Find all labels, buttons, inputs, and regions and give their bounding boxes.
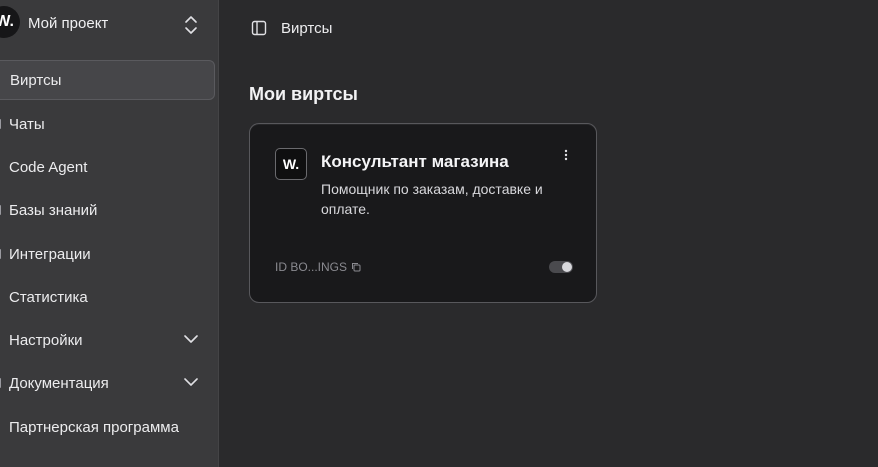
sidebar-item-label: Партнерская программа bbox=[9, 418, 179, 436]
sidebar-item-knowledge-bases[interactable]: Базы знаний bbox=[0, 190, 215, 230]
chat-icon bbox=[0, 119, 1, 129]
breadcrumb: Виртсы bbox=[281, 20, 333, 37]
sidebar-item-settings[interactable]: Настройки bbox=[0, 320, 215, 360]
virt-id[interactable]: ID BO...INGS bbox=[275, 260, 361, 274]
book-icon bbox=[0, 378, 1, 388]
chevron-down-icon bbox=[184, 378, 198, 386]
virt-id-label: ID BO...INGS bbox=[275, 260, 348, 274]
sidebar-item-statistics[interactable]: Статистика bbox=[0, 277, 215, 317]
sidebar-item-label: Интеграции bbox=[9, 245, 91, 263]
sidebar-item-label: Виртсы bbox=[10, 71, 62, 89]
sidebar-item-label: Чаты bbox=[9, 115, 45, 133]
sidebar-item-integrations[interactable]: Интеграции bbox=[0, 234, 215, 274]
chevron-up-down-icon[interactable] bbox=[183, 14, 199, 36]
virt-card[interactable]: W. Консультант магазина Помощник по зака… bbox=[249, 123, 597, 303]
project-logo: W. bbox=[0, 6, 20, 38]
sidebar-item-virts[interactable]: Виртсы bbox=[0, 60, 215, 100]
virt-description: Помощник по заказам, доставке и оплате. bbox=[321, 181, 543, 217]
sidebar-item-partner-program[interactable]: Партнерская программа bbox=[0, 407, 215, 447]
page-title: Мои виртсы bbox=[249, 84, 358, 104]
copy-icon[interactable] bbox=[351, 262, 361, 272]
sidebar-item-label: Настройки bbox=[9, 331, 83, 349]
virt-title: Консультант магазина bbox=[321, 152, 509, 171]
toggle-knob bbox=[562, 262, 572, 272]
sidebar-item-documentation[interactable]: Документация bbox=[0, 363, 215, 403]
virt-logo: W. bbox=[275, 148, 307, 180]
chevron-down-icon bbox=[184, 335, 198, 343]
sidebar-panel-icon[interactable] bbox=[251, 20, 267, 36]
plug-icon bbox=[0, 249, 1, 259]
virt-enabled-toggle[interactable] bbox=[549, 261, 573, 273]
sidebar-item-label: Базы знаний bbox=[9, 201, 98, 219]
sidebar-item-chats[interactable]: Чаты bbox=[0, 104, 215, 144]
sidebar-item-label: Статистика bbox=[9, 288, 88, 306]
sidebar-item-code-agent[interactable]: Code Agent bbox=[0, 147, 215, 187]
project-name: Мой проект bbox=[28, 15, 109, 32]
database-icon bbox=[0, 205, 1, 215]
project-switcher[interactable]: W. Мой проект bbox=[0, 0, 218, 50]
sidebar-item-label: Code Agent bbox=[9, 158, 88, 176]
sidebar-item-label: Документация bbox=[9, 374, 109, 392]
sidebar: W. Мой проект Виртсы Чаты Code Agent Баз… bbox=[0, 0, 219, 467]
more-vertical-icon[interactable] bbox=[560, 148, 572, 162]
